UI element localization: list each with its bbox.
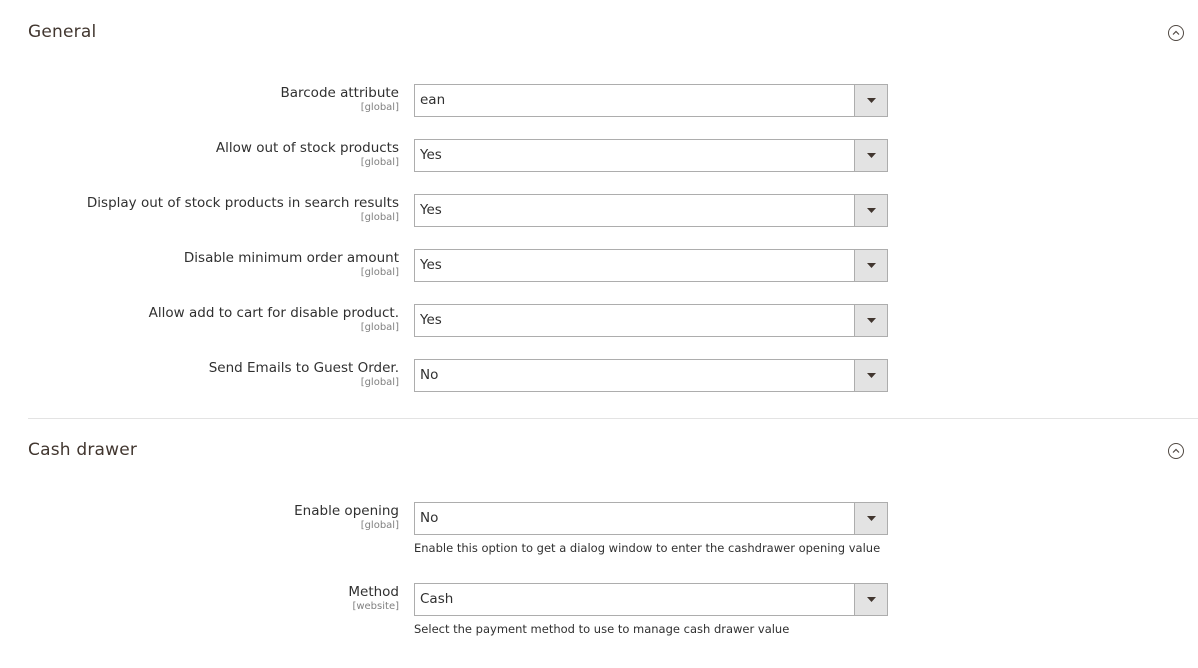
select-value: Yes <box>420 257 442 273</box>
field-label: Send Emails to Guest Order. <box>208 360 399 376</box>
allow-add-to-cart-select[interactable]: Yes <box>414 304 888 337</box>
field-row-display-out-of-stock: Display out of stock products in search … <box>0 194 1198 228</box>
enable-opening-select[interactable]: No <box>414 502 888 535</box>
field-scope: [website] <box>352 601 399 612</box>
dropdown-arrow[interactable] <box>854 140 887 171</box>
section-title-cash-drawer[interactable]: Cash drawer <box>28 440 137 460</box>
field-note-method: Select the payment method to use to mana… <box>414 622 790 636</box>
caret-down-icon <box>866 318 876 323</box>
field-note-enable-opening: Enable this option to get a dialog windo… <box>414 541 881 555</box>
chevron-up-icon <box>1172 30 1180 35</box>
field-scope: [global] <box>360 322 399 333</box>
section-title-general[interactable]: General <box>28 22 96 42</box>
method-select[interactable]: Cash <box>414 583 888 616</box>
field-row-barcode-attribute: Barcode attribute [global] ean <box>0 84 1198 118</box>
select-value: ean <box>420 92 446 108</box>
select-value: Yes <box>420 202 442 218</box>
select-value: Yes <box>420 147 442 163</box>
select-value: No <box>420 367 439 383</box>
field-row-send-emails-guest: Send Emails to Guest Order. [global] No <box>0 359 1198 393</box>
field-scope: [global] <box>360 157 399 168</box>
caret-down-icon <box>866 516 876 521</box>
field-label: Enable opening <box>294 503 399 519</box>
caret-down-icon <box>866 263 876 268</box>
dropdown-arrow[interactable] <box>854 250 887 281</box>
caret-down-icon <box>866 597 876 602</box>
field-label: Disable minimum order amount <box>183 250 399 266</box>
field-label: Allow add to cart for disable product. <box>148 305 399 321</box>
field-row-method: Method [website] Cash <box>0 583 1198 617</box>
dropdown-arrow[interactable] <box>854 85 887 116</box>
field-row-allow-out-of-stock: Allow out of stock products [global] Yes <box>0 139 1198 173</box>
caret-down-icon <box>866 373 876 378</box>
field-row-allow-add-to-cart: Allow add to cart for disable product. [… <box>0 304 1198 338</box>
field-scope: [global] <box>360 267 399 278</box>
collapse-cash-drawer-button[interactable] <box>1168 443 1184 459</box>
select-value: Yes <box>420 312 442 328</box>
field-scope: [global] <box>360 377 399 388</box>
field-scope: [global] <box>360 520 399 531</box>
caret-down-icon <box>866 208 876 213</box>
dropdown-arrow[interactable] <box>854 305 887 336</box>
caret-down-icon <box>866 98 876 103</box>
field-label: Allow out of stock products <box>215 140 399 156</box>
field-scope: [global] <box>360 212 399 223</box>
select-value: No <box>420 510 439 526</box>
field-scope: [global] <box>360 102 399 113</box>
display-out-of-stock-select[interactable]: Yes <box>414 194 888 227</box>
disable-minimum-order-select[interactable]: Yes <box>414 249 888 282</box>
field-row-disable-minimum-order: Disable minimum order amount [global] Ye… <box>0 249 1198 283</box>
dropdown-arrow[interactable] <box>854 195 887 226</box>
allow-out-of-stock-select[interactable]: Yes <box>414 139 888 172</box>
select-value: Cash <box>420 591 454 607</box>
section-divider <box>28 418 1198 419</box>
send-emails-guest-select[interactable]: No <box>414 359 888 392</box>
dropdown-arrow[interactable] <box>854 360 887 391</box>
field-label: Method <box>348 584 399 600</box>
collapse-general-button[interactable] <box>1168 25 1184 41</box>
field-label: Barcode attribute <box>280 85 399 101</box>
dropdown-arrow[interactable] <box>854 584 887 615</box>
field-row-enable-opening: Enable opening [global] No <box>0 502 1198 536</box>
dropdown-arrow[interactable] <box>854 503 887 534</box>
field-label: Display out of stock products in search … <box>86 195 399 211</box>
caret-down-icon <box>866 153 876 158</box>
chevron-up-icon <box>1172 448 1180 453</box>
barcode-attribute-select[interactable]: ean <box>414 84 888 117</box>
